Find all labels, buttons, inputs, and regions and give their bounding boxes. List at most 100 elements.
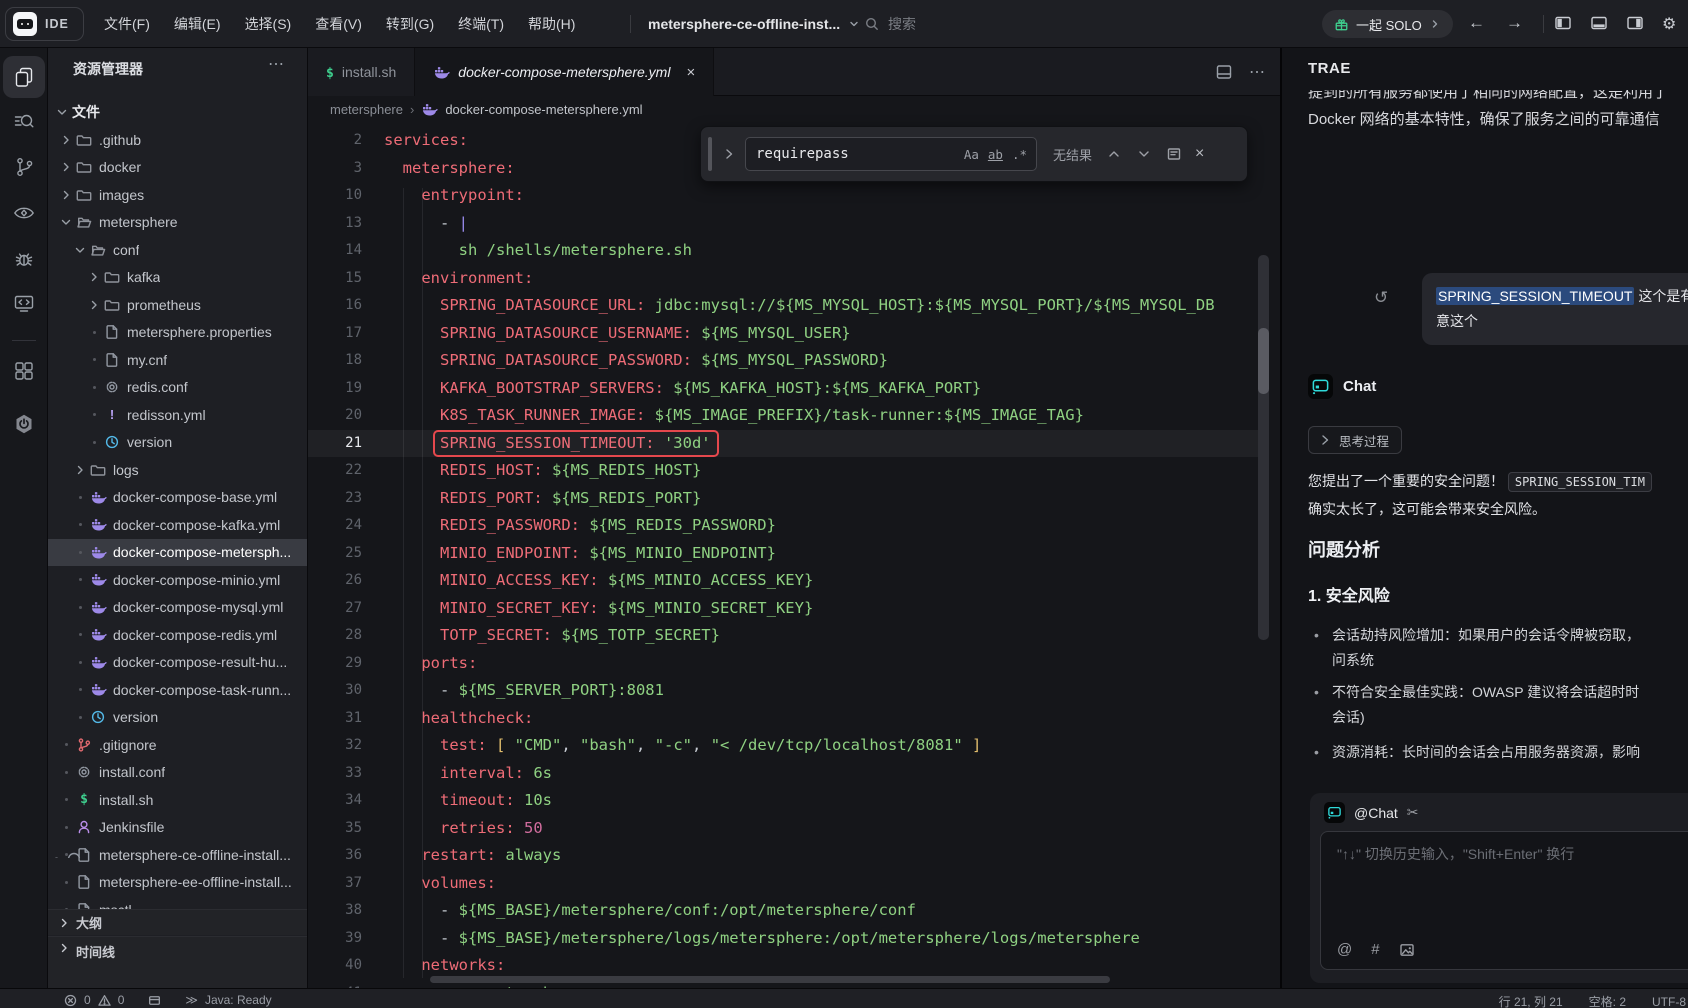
code-line[interactable]: 29 ports: — [308, 650, 1266, 678]
activity-search-list-icon[interactable] — [3, 101, 45, 143]
menu-item[interactable]: 终端(T) — [446, 14, 516, 34]
outline-section-header[interactable]: 大纲 — [48, 909, 307, 935]
find-widget-grip[interactable] — [708, 137, 712, 171]
code-line[interactable]: 24 REDIS_PASSWORD: ${MS_REDIS_PASSWORD} — [308, 512, 1266, 540]
code-line[interactable]: 33 interval: 6s — [308, 760, 1266, 788]
code-line[interactable]: 34 timeout: 10s — [308, 787, 1266, 815]
code-line[interactable]: 14 sh /shells/metersphere.sh — [308, 237, 1266, 265]
find-next-icon[interactable] — [1136, 146, 1152, 162]
activity-remote-screen-icon[interactable] — [3, 282, 45, 324]
encoding-setting[interactable]: UTF-8 — [1652, 995, 1686, 1008]
restore-message-icon[interactable]: ↺ — [1374, 288, 1388, 308]
code-line[interactable]: 23 REDIS_PORT: ${MS_REDIS_PORT} — [308, 485, 1266, 513]
settings-gear-icon[interactable]: ⚙ — [1662, 14, 1676, 34]
code-line[interactable]: 31 healthcheck: — [308, 705, 1266, 733]
file-tree-item[interactable]: redis.conf — [48, 374, 307, 402]
project-selector[interactable]: metersphere-ce-offline-inst... — [648, 0, 860, 48]
match-case-toggle[interactable]: Aa — [964, 147, 979, 162]
file-tree-item[interactable]: version — [48, 429, 307, 457]
code-line[interactable]: 10 entrypoint: — [308, 182, 1266, 210]
code-line[interactable]: 37 volumes: — [308, 870, 1266, 898]
find-previous-icon[interactable] — [1106, 146, 1122, 162]
file-tree-item[interactable]: docker-compose-task-runn... — [48, 676, 307, 704]
tasks-icon[interactable]: ≫ — [185, 993, 198, 1007]
whole-word-toggle[interactable]: ab — [988, 147, 1003, 162]
file-tree-item[interactable]: metersphere-ee-offline-install... — [48, 869, 307, 897]
code-line[interactable]: 30 - ${MS_SERVER_PORT}:8081 — [308, 677, 1266, 705]
file-tree-item[interactable]: my.cnf — [48, 346, 307, 374]
chat-mention[interactable]: @Chat — [1354, 805, 1398, 821]
context-hash-icon[interactable]: # — [1371, 941, 1379, 958]
more-actions-icon[interactable]: ⋯ — [268, 54, 285, 74]
chat-input-box[interactable]: "↑↓" 切换历史输入，"Shift+Enter" 换行 @ # — [1320, 831, 1688, 970]
code-area[interactable]: 2services: 3 metersphere: 10 entrypoint:… — [308, 48, 1280, 988]
code-line[interactable]: 17 SPRING_DATASOURCE_USERNAME: ${MS_MYSQ… — [308, 320, 1266, 348]
forward-arrow-icon[interactable]: → — [1506, 13, 1523, 33]
code-line[interactable]: 36 restart: always — [308, 842, 1266, 870]
file-tree-item[interactable]: images — [48, 181, 307, 209]
activity-source-control-icon[interactable] — [3, 146, 45, 188]
menu-item[interactable]: 编辑(E) — [162, 14, 233, 34]
tools-icon[interactable]: ✂ — [1407, 804, 1419, 821]
warnings-icon[interactable] — [98, 994, 111, 1007]
file-tree-item[interactable]: metersphere.properties — [48, 319, 307, 347]
file-tree-item[interactable]: docker-compose-metersph... — [48, 539, 307, 567]
errors-icon[interactable] — [64, 994, 77, 1007]
code-line[interactable]: 21 SPRING_SESSION_TIMEOUT: '30d' — [308, 430, 1266, 458]
code-line[interactable]: 25 MINIO_ENDPOINT: ${MS_MINIO_ENDPOINT} — [308, 540, 1266, 568]
file-tree-item[interactable]: docker — [48, 154, 307, 182]
menu-item[interactable]: 转到(G) — [374, 14, 446, 34]
code-line[interactable]: 18 SPRING_DATASOURCE_PASSWORD: ${MS_MYSQ… — [308, 347, 1266, 375]
code-line[interactable]: 35 retries: 50 — [308, 815, 1266, 843]
file-tree-item[interactable]: prometheus — [48, 291, 307, 319]
code-line[interactable]: 38 - ${MS_BASE}/metersphere/conf:/opt/me… — [308, 897, 1266, 925]
back-arrow-icon[interactable]: ← — [1468, 13, 1485, 33]
ports-icon[interactable] — [148, 994, 161, 1007]
menu-item[interactable]: 帮助(H) — [516, 14, 587, 34]
activity-debug-bug-icon[interactable] — [3, 238, 45, 280]
file-tree-item[interactable]: docker-compose-mysql.yml — [48, 594, 307, 622]
thinking-process-toggle[interactable]: 思考过程 — [1308, 426, 1402, 454]
file-tree-item[interactable]: docker-compose-redis.yml — [48, 621, 307, 649]
global-search[interactable]: 搜索 — [864, 0, 916, 48]
file-tree-item[interactable]: ! redisson.yml — [48, 401, 307, 429]
toggle-left-sidebar-icon[interactable] — [1554, 14, 1572, 32]
file-tree-item[interactable]: $ install.sh — [48, 786, 307, 814]
file-tree-item[interactable]: metersphere — [48, 209, 307, 237]
file-tree-item[interactable]: kafka — [48, 264, 307, 292]
file-tree-item[interactable]: .gitignore — [48, 731, 307, 759]
code-line[interactable]: 22 REDIS_HOST: ${MS_REDIS_HOST} — [308, 457, 1266, 485]
editor-vertical-scrollbar[interactable] — [1258, 124, 1269, 980]
toggle-right-sidebar-icon[interactable] — [1626, 14, 1644, 32]
activity-plugin-power-icon[interactable] — [3, 403, 45, 445]
code-line[interactable]: 32 test: [ "CMD", "bash", "-c", "< /dev/… — [308, 732, 1266, 760]
code-line[interactable]: 13 - | — [308, 210, 1266, 238]
activity-preview-eye-icon[interactable] — [3, 192, 45, 234]
code-line[interactable]: 20 K8S_TASK_RUNNER_IMAGE: ${MS_IMAGE_PRE… — [308, 402, 1266, 430]
toggle-replace-icon[interactable] — [722, 147, 736, 161]
close-find-icon[interactable]: × — [1195, 145, 1204, 163]
file-tree-item[interactable]: docker-compose-kafka.yml — [48, 511, 307, 539]
menu-item[interactable]: 文件(F) — [92, 14, 162, 34]
file-tree-item[interactable]: docker-compose-result-hu... — [48, 649, 307, 677]
code-line[interactable]: 28 TOTP_SECRET: ${MS_TOTP_SECRET} — [308, 622, 1266, 650]
file-tree-item[interactable]: docker-compose-minio.yml — [48, 566, 307, 594]
editor-horizontal-scrollbar[interactable] — [430, 976, 1110, 983]
indentation-setting[interactable]: 空格: 2 — [1589, 993, 1626, 1008]
toggle-bottom-panel-icon[interactable] — [1590, 14, 1608, 32]
file-tree-item[interactable]: version — [48, 704, 307, 732]
language-status[interactable]: Java: Ready — [205, 993, 272, 1007]
cursor-position[interactable]: 行 21, 列 21 — [1499, 993, 1563, 1008]
timeline-section-header[interactable]: 时间线 — [48, 936, 307, 988]
code-line[interactable]: 39 - ${MS_BASE}/metersphere/logs/metersp… — [308, 925, 1266, 953]
file-tree-item[interactable]: install.conf — [48, 759, 307, 787]
mention-at-icon[interactable]: @ — [1337, 941, 1352, 958]
file-tree-item[interactable]: logs — [48, 456, 307, 484]
solo-button[interactable]: 一起 SOLO — [1322, 10, 1453, 38]
code-line[interactable]: 19 KAFKA_BOOTSTRAP_SERVERS: ${MS_KAFKA_H… — [308, 375, 1266, 403]
activity-extensions-grid-icon[interactable] — [3, 350, 45, 392]
files-section-header[interactable]: 文件 — [48, 98, 307, 126]
code-line[interactable]: 26 MINIO_ACCESS_KEY: ${MS_MINIO_ACCESS_K… — [308, 567, 1266, 595]
code-line[interactable]: 15 environment: — [308, 265, 1266, 293]
app-logo-button[interactable]: IDE — [5, 7, 84, 41]
